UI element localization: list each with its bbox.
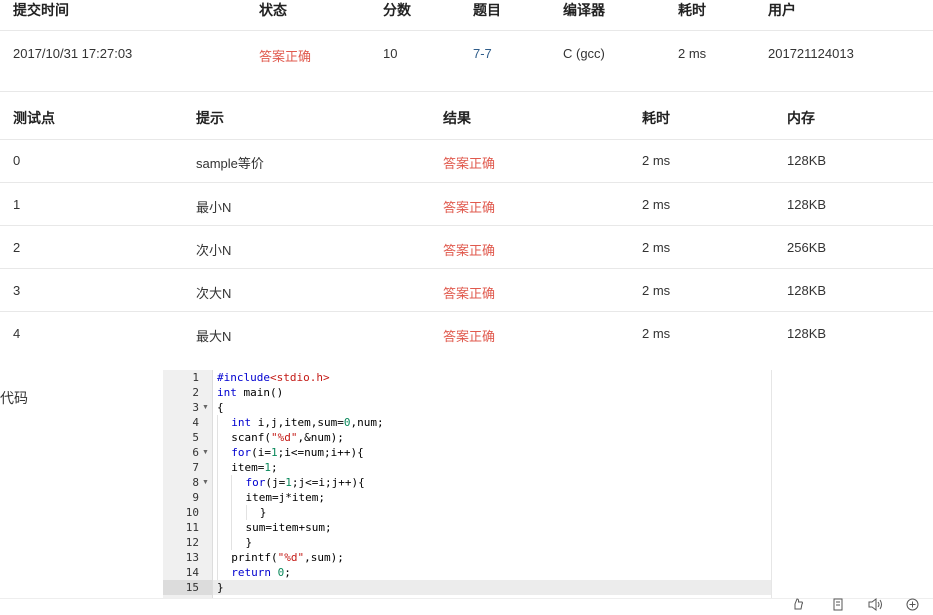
- code-line: sum=item+sum;: [217, 520, 332, 535]
- testcase-memory: 256KB: [787, 240, 827, 255]
- testcase-hint: 次大N: [196, 286, 232, 301]
- code-line: printf("%d",sum);: [217, 550, 344, 565]
- problem-link[interactable]: 7-7: [473, 46, 492, 61]
- line-number: 13: [185, 551, 199, 564]
- status-accepted: 答案正确: [259, 49, 312, 64]
- header-user: 用户: [768, 2, 796, 18]
- divider: [0, 311, 933, 312]
- testcase-hint: 次小N: [196, 243, 232, 258]
- volume-icon[interactable]: [868, 598, 884, 613]
- testcase-memory: 128KB: [787, 197, 827, 212]
- line-number: 14: [185, 566, 199, 579]
- divider: [0, 268, 933, 269]
- code-line: int i,j,item,sum=0,num;: [217, 415, 384, 430]
- code-line: {: [217, 401, 224, 414]
- header-status: 状态: [259, 2, 287, 18]
- line-number: 6: [192, 446, 199, 459]
- testcase-result: 答案正确: [443, 243, 496, 258]
- line-number: 9: [192, 491, 199, 504]
- score-value: 10: [383, 46, 398, 61]
- testcase-hint: 最小N: [196, 200, 232, 215]
- testcase-id: 1: [13, 197, 21, 212]
- line-number: 11: [185, 521, 199, 534]
- submit-time: 2017/10/31 17:27:03: [13, 46, 133, 61]
- header-problem: 题目: [473, 2, 501, 18]
- header-score: 分数: [383, 2, 411, 18]
- divider: [0, 139, 933, 140]
- testcase-memory: 128KB: [787, 326, 827, 341]
- line-number: 15: [185, 581, 199, 594]
- divider: [0, 30, 933, 31]
- editor-right-border: [771, 370, 772, 598]
- testcase-id: 4: [13, 326, 21, 341]
- header-hint: 提示: [196, 110, 224, 126]
- document-icon[interactable]: [830, 598, 846, 613]
- header-testcase: 测试点: [13, 110, 55, 126]
- header-time: 耗时: [642, 110, 670, 126]
- code-line: int main(): [217, 386, 284, 399]
- fold-arrow-icon[interactable]: ▼: [202, 400, 209, 415]
- line-number: 2: [192, 386, 199, 399]
- code-line: #include<stdio.h>: [217, 371, 330, 384]
- code-line: }: [217, 535, 252, 550]
- testcase-id: 0: [13, 153, 21, 168]
- fold-arrow-icon[interactable]: ▼: [202, 445, 209, 460]
- header-result: 结果: [443, 110, 471, 126]
- thumb-icon[interactable]: [790, 598, 806, 613]
- code-label: 代码: [0, 390, 28, 406]
- elapsed-value: 2 ms: [678, 46, 707, 61]
- line-number: 7: [192, 461, 199, 474]
- code-line: for(j=1;j<=i;j++){: [217, 475, 365, 490]
- fold-arrow-icon[interactable]: ▼: [202, 475, 209, 490]
- line-number: 12: [185, 536, 199, 549]
- compiler-value: C (gcc): [563, 46, 605, 61]
- testcase-time: 2 ms: [642, 240, 671, 255]
- code-line: scanf("%d",&num);: [217, 430, 344, 445]
- line-number: 1: [192, 371, 199, 384]
- testcase-hint: 最大N: [196, 329, 232, 344]
- header-elapsed: 耗时: [678, 2, 706, 18]
- testcase-result: 答案正确: [443, 200, 496, 215]
- testcase-memory: 128KB: [787, 153, 827, 168]
- header-memory: 内存: [787, 110, 815, 126]
- testcase-memory: 128KB: [787, 283, 827, 298]
- divider: [0, 182, 933, 183]
- testcase-id: 3: [13, 283, 21, 298]
- line-number: 4: [192, 416, 199, 429]
- testcase-time: 2 ms: [642, 326, 671, 341]
- line-number: 10: [185, 506, 199, 519]
- user-value: 201721124013: [768, 46, 854, 61]
- testcase-result: 答案正确: [443, 286, 496, 301]
- header-compiler: 编译器: [563, 2, 605, 18]
- code-line: }: [217, 581, 224, 594]
- divider: [0, 225, 933, 226]
- code-line: item=1;: [217, 460, 278, 475]
- header-submit-time: 提交时间: [13, 2, 69, 18]
- code-line: item=j*item;: [217, 490, 325, 505]
- active-line-highlight: [213, 580, 771, 595]
- testcase-result: 答案正确: [443, 156, 496, 171]
- testcase-time: 2 ms: [642, 283, 671, 298]
- line-number: 5: [192, 431, 199, 444]
- testcase-time: 2 ms: [642, 197, 671, 212]
- zoom-in-icon[interactable]: [904, 598, 920, 613]
- line-number: 3: [192, 401, 199, 414]
- code-line: for(i=1;i<=num;i++){: [217, 445, 364, 460]
- testcase-time: 2 ms: [642, 153, 671, 168]
- testcase-result: 答案正确: [443, 329, 496, 344]
- testcase-hint: sample等价: [196, 156, 264, 171]
- code-line: return 0;: [217, 565, 291, 580]
- line-number: 8: [192, 476, 199, 489]
- testcase-id: 2: [13, 240, 21, 255]
- gutter-separator: [212, 370, 213, 598]
- code-line: }: [217, 505, 266, 520]
- code-editor[interactable]: 1 2 3 4 5 6 7 8 9 10 11 12 13 14 15 ▼ ▼ …: [163, 370, 771, 598]
- divider: [0, 91, 933, 92]
